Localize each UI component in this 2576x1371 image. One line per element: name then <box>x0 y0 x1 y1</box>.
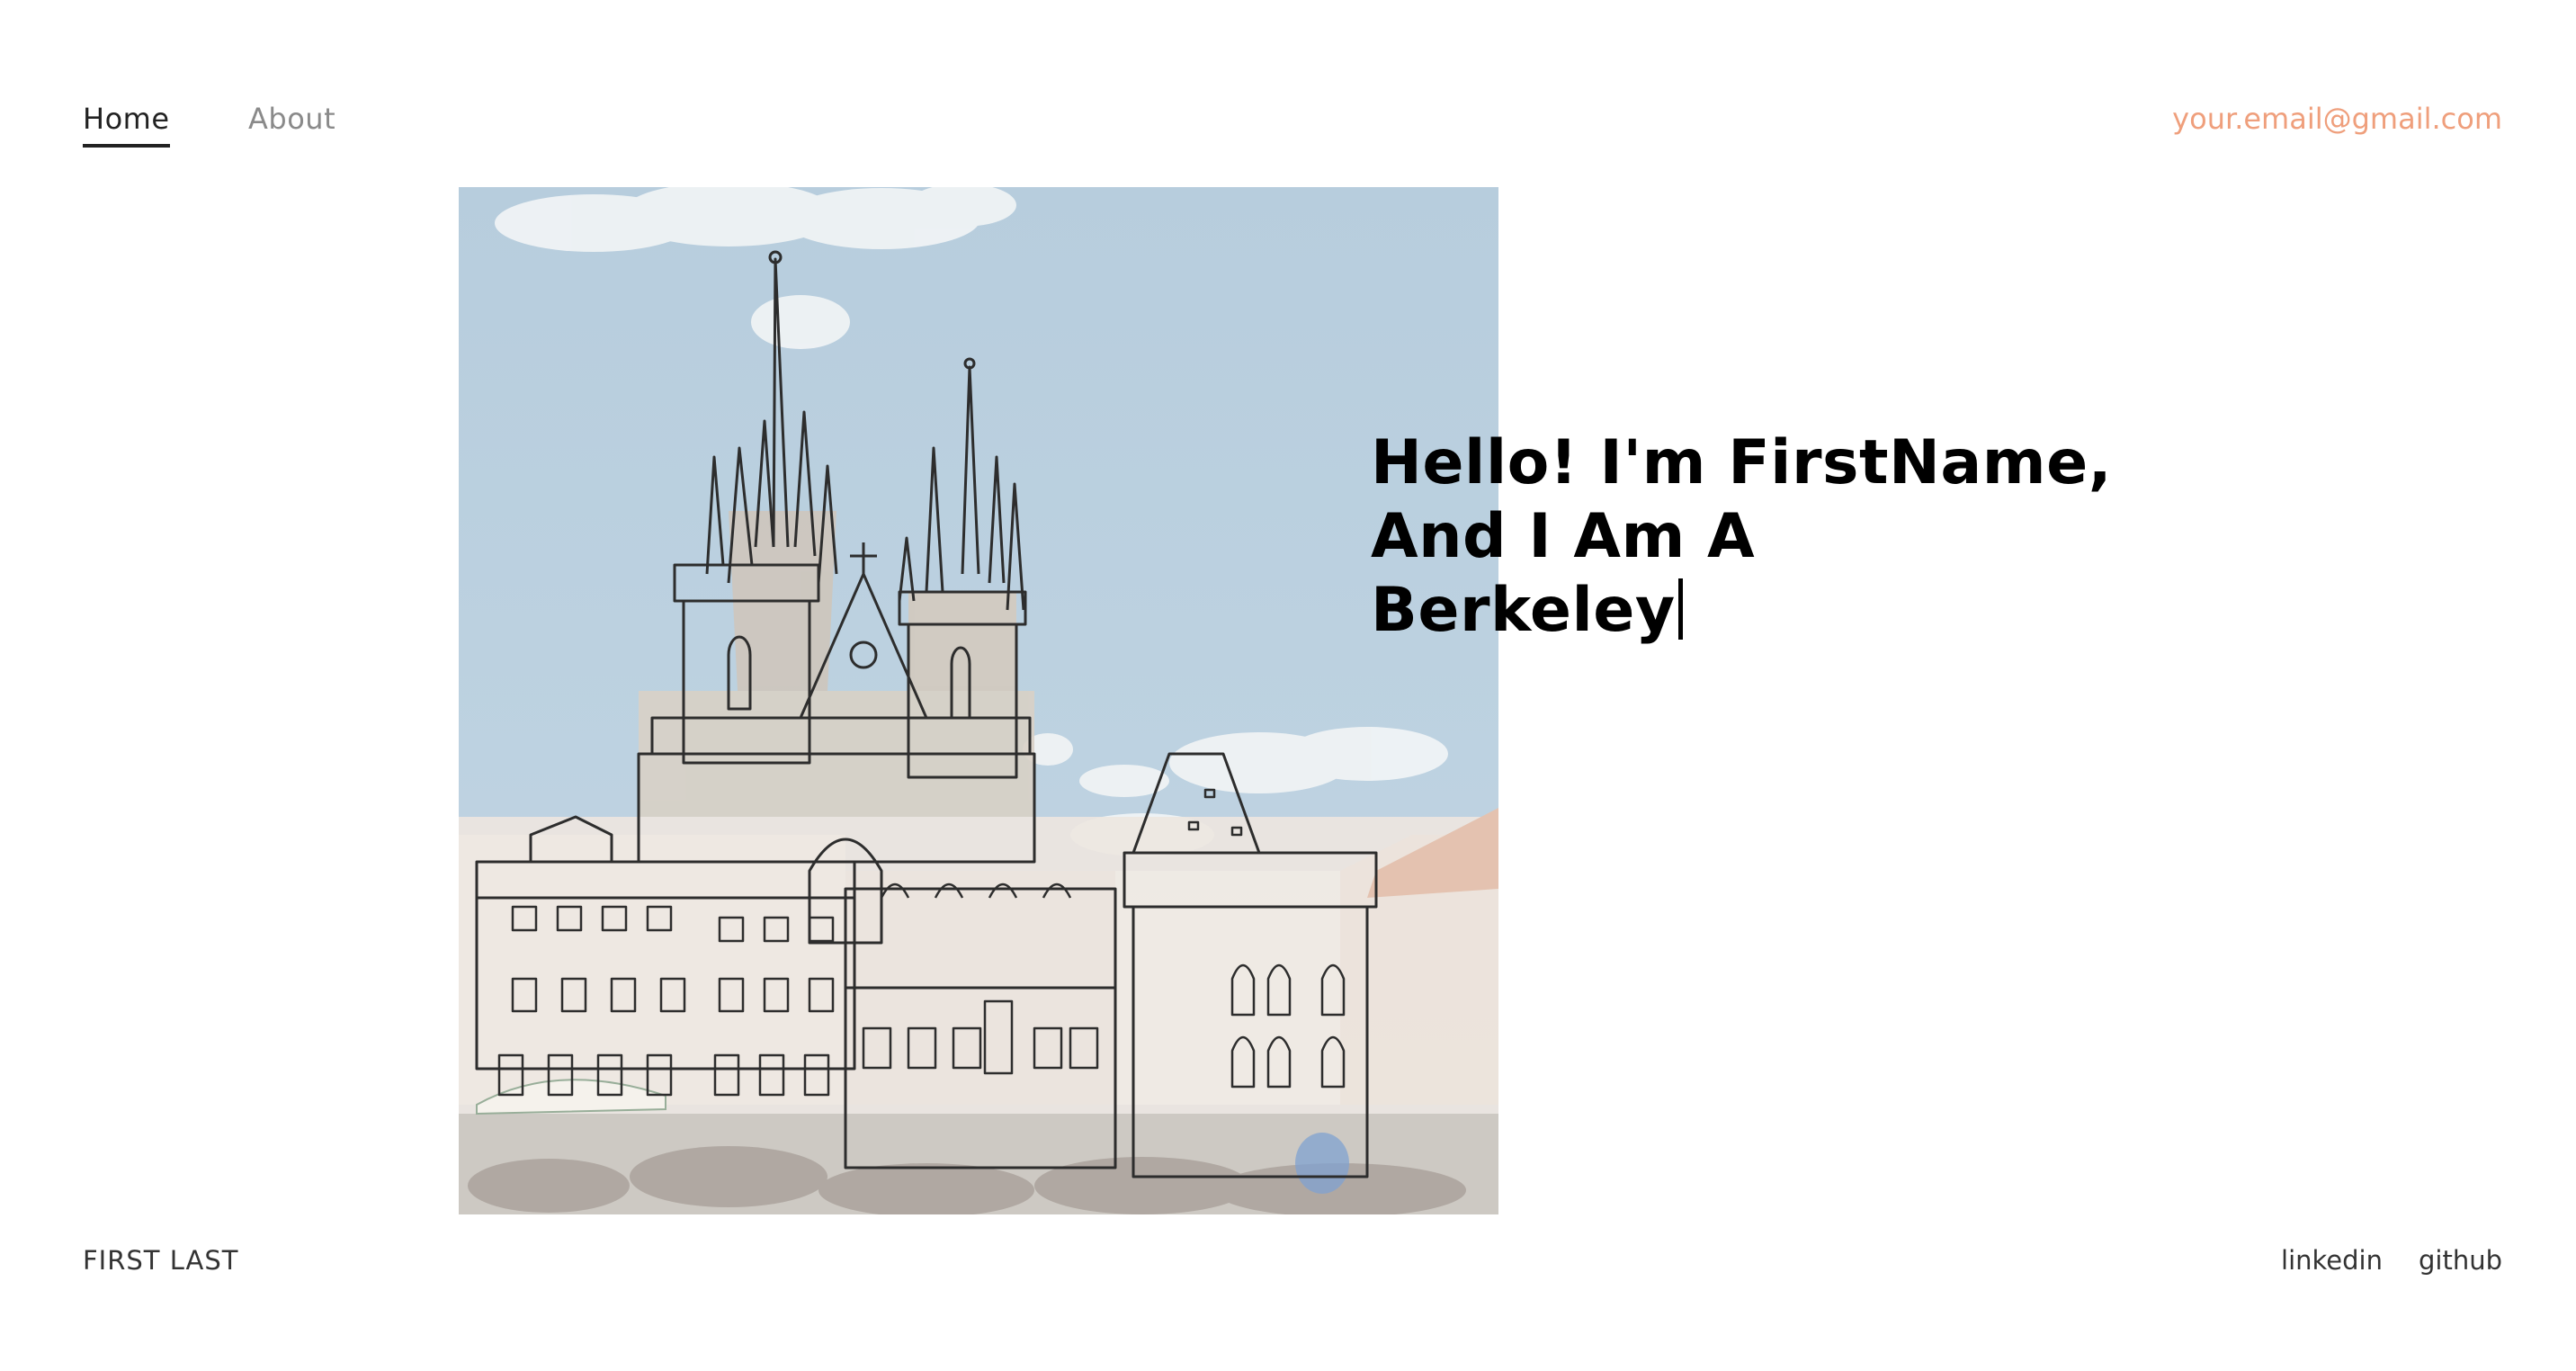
headline-typed-word: Berkeley <box>1371 575 1676 646</box>
headline-line-1: Hello! I'm FirstName, <box>1371 427 2113 498</box>
footer-name: FIRST LAST <box>83 1245 239 1276</box>
headline-line-2: And I Am A <box>1371 501 1756 572</box>
hero-image <box>459 187 1498 1214</box>
headline-line-3: Berkeley <box>1371 574 2180 648</box>
github-link[interactable]: github <box>2419 1245 2502 1276</box>
email-link[interactable]: your.email@gmail.com <box>2172 99 2502 139</box>
linkedin-link[interactable]: linkedin <box>2281 1245 2383 1276</box>
page: Home About your.email@gmail.com Hello! I… <box>0 0 2576 1371</box>
nav-about-link[interactable]: About <box>248 99 335 139</box>
footer-links: linkedin github <box>2281 1245 2502 1276</box>
church-illustration <box>459 187 1498 1214</box>
nav-home-link[interactable]: Home <box>83 99 170 148</box>
hero-headline: Hello! I'm FirstName, And I Am A Berkele… <box>1371 426 2180 648</box>
text-cursor-icon <box>1677 578 1683 640</box>
